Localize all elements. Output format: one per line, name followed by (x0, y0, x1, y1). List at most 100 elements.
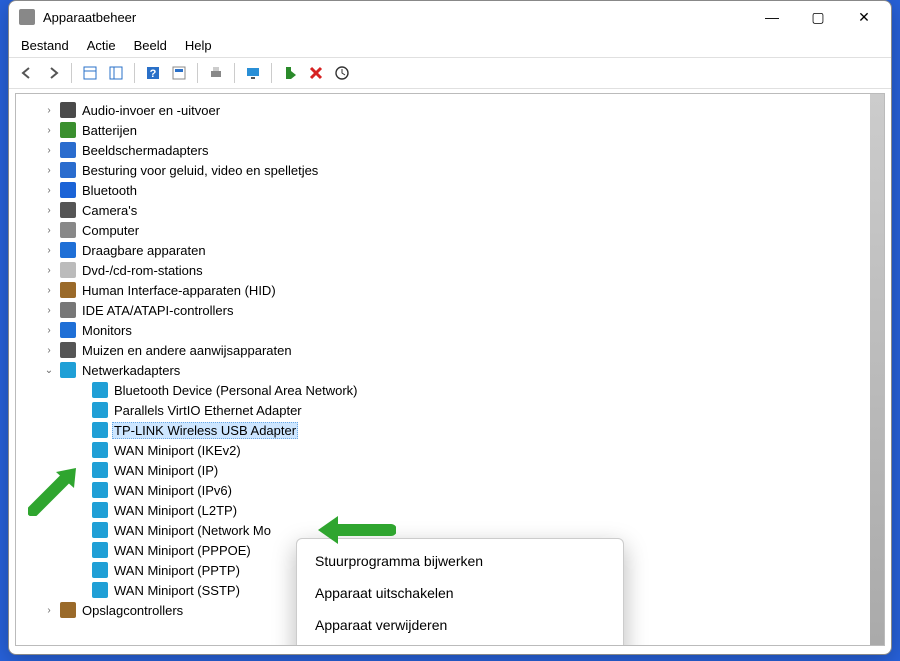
tree-item-label: Bluetooth Device (Personal Area Network) (112, 383, 360, 398)
toolbar-help-button[interactable]: ? (141, 61, 165, 85)
dvd-icon (60, 262, 76, 278)
tree-category-bt[interactable]: ›Bluetooth (18, 180, 882, 200)
cam-icon (60, 202, 76, 218)
context-menu-disable-device[interactable]: Apparaat uitschakelen (297, 577, 623, 609)
toolbar-forward-button[interactable] (41, 61, 65, 85)
chevron-right-icon[interactable]: › (42, 245, 56, 256)
chevron-right-icon[interactable]: › (42, 105, 56, 116)
toolbar-enable-button[interactable] (278, 61, 302, 85)
tree-item-label: Parallels VirtIO Ethernet Adapter (112, 403, 304, 418)
context-menu-uninstall-device[interactable]: Apparaat verwijderen (297, 609, 623, 641)
titlebar: Apparaatbeheer — ▢ ✕ (9, 1, 891, 33)
chevron-right-icon[interactable]: › (42, 265, 56, 276)
audio-icon (60, 102, 76, 118)
net-icon (92, 482, 108, 498)
chevron-right-icon[interactable]: › (42, 345, 56, 356)
toolbar-print-button[interactable] (204, 61, 228, 85)
tree-item-label: Batterijen (80, 123, 139, 138)
mouse-icon (60, 342, 76, 358)
menu-view[interactable]: Beeld (134, 38, 167, 53)
toolbar-separator (271, 63, 272, 83)
window-title: Apparaatbeheer (43, 10, 136, 25)
context-menu: Stuurprogramma bijwerken Apparaat uitsch… (296, 538, 624, 646)
bt-icon (60, 182, 76, 198)
tree-category-comp[interactable]: › Computer (18, 220, 882, 240)
menu-help[interactable]: Help (185, 38, 212, 53)
tree-category-cam[interactable]: ›Camera's (18, 200, 882, 220)
toolbar-scan-button[interactable] (330, 61, 354, 85)
toolbar-monitor-button[interactable] (241, 61, 265, 85)
scrollbar[interactable] (870, 94, 884, 645)
net-icon (60, 362, 76, 378)
toolbar-back-button[interactable] (15, 61, 39, 85)
context-menu-update-driver[interactable]: Stuurprogramma bijwerken (297, 545, 623, 577)
chevron-right-icon[interactable]: › (42, 225, 56, 236)
stor-icon (60, 602, 76, 618)
tree-category-hid[interactable]: › Human Interface-apparaten (HID) (18, 280, 882, 300)
toolbar-props-button[interactable] (167, 61, 191, 85)
minimize-button[interactable]: — (749, 2, 795, 32)
batt-icon (60, 122, 76, 138)
toolbar-separator (71, 63, 72, 83)
tree-item-network-adapter[interactable]: WAN Miniport (Network Mo (18, 520, 882, 540)
chevron-right-icon[interactable]: › (42, 165, 56, 176)
chevron-down-icon[interactable]: ⌄ (42, 365, 56, 376)
chevron-right-icon[interactable]: › (42, 305, 56, 316)
tree-category-ide[interactable]: ›IDE ATA/ATAPI-controllers (18, 300, 882, 320)
toolbar-separator (234, 63, 235, 83)
tree-item-network-adapter[interactable]: WAN Miniport (IPv6) (18, 480, 882, 500)
tree-category-sound[interactable]: ›Besturing voor geluid, video en spellet… (18, 160, 882, 180)
mon-icon (60, 322, 76, 338)
chevron-right-icon[interactable]: › (42, 285, 56, 296)
tree-item-network-adapter[interactable]: WAN Miniport (L2TP) (18, 500, 882, 520)
tree-item-label: WAN Miniport (IPv6) (112, 483, 234, 498)
toolbar: ? (9, 57, 891, 89)
tree-item-label: WAN Miniport (SSTP) (112, 583, 242, 598)
tree-item-label: Muizen en andere aanwijsapparaten (80, 343, 294, 358)
close-button[interactable]: ✕ (841, 2, 887, 32)
tree-item-label: Netwerkadapters (80, 363, 182, 378)
tree-category-dvd[interactable]: › Dvd-/cd-rom-stations (18, 260, 882, 280)
toolbar-tree-button[interactable] (78, 61, 102, 85)
ide-icon (60, 302, 76, 318)
chevron-right-icon[interactable]: › (42, 145, 56, 156)
net-icon (92, 522, 108, 538)
tree-category-mouse[interactable]: › Muizen en andere aanwijsapparaten (18, 340, 882, 360)
menu-file[interactable]: Bestand (21, 38, 69, 53)
tree-category-batt[interactable]: › Batterijen (18, 120, 882, 140)
app-icon (19, 9, 35, 25)
maximize-button[interactable]: ▢ (795, 2, 841, 32)
tree-item-label: WAN Miniport (PPPOE) (112, 543, 253, 558)
svg-text:?: ? (150, 68, 157, 80)
chevron-right-icon[interactable]: › (42, 205, 56, 216)
tree-item-label: Human Interface-apparaten (HID) (80, 283, 278, 298)
tree-item-network-adapter[interactable]: Parallels VirtIO Ethernet Adapter (18, 400, 882, 420)
menu-action[interactable]: Actie (87, 38, 116, 53)
tree-category-port[interactable]: › Draagbare apparaten (18, 240, 882, 260)
toolbar-list-button[interactable] (104, 61, 128, 85)
tree-item-network-adapter[interactable]: WAN Miniport (IP) (18, 460, 882, 480)
tree-item-network-adapter[interactable]: TP-LINK Wireless USB Adapter (18, 420, 882, 440)
tree-category-network[interactable]: ⌄ Netwerkadapters (18, 360, 882, 380)
chevron-right-icon[interactable]: › (42, 185, 56, 196)
menubar: Bestand Actie Beeld Help (9, 33, 891, 57)
tree-item-label: WAN Miniport (L2TP) (112, 503, 239, 518)
tree-item-network-adapter[interactable]: WAN Miniport (IKEv2) (18, 440, 882, 460)
tree-item-label: Computer (80, 223, 141, 238)
net-icon (92, 502, 108, 518)
tree-item-label: Monitors (80, 323, 134, 338)
tree-item-label: TP-LINK Wireless USB Adapter (112, 422, 298, 439)
net-icon (92, 422, 108, 438)
chevron-right-icon[interactable]: › (42, 125, 56, 136)
tree-item-label: Dvd-/cd-rom-stations (80, 263, 205, 278)
net-icon (92, 382, 108, 398)
toolbar-delete-button[interactable] (304, 61, 328, 85)
tree-category-disp[interactable]: ›Beeldschermadapters (18, 140, 882, 160)
tree-item-network-adapter[interactable]: Bluetooth Device (Personal Area Network) (18, 380, 882, 400)
chevron-right-icon[interactable]: › (42, 325, 56, 336)
tree-category-mon[interactable]: › Monitors (18, 320, 882, 340)
tree-item-label: Draagbare apparaten (80, 243, 208, 258)
tree-category-audio[interactable]: ›Audio-invoer en -uitvoer (18, 100, 882, 120)
chevron-right-icon[interactable]: › (42, 605, 56, 616)
comp-icon (60, 222, 76, 238)
